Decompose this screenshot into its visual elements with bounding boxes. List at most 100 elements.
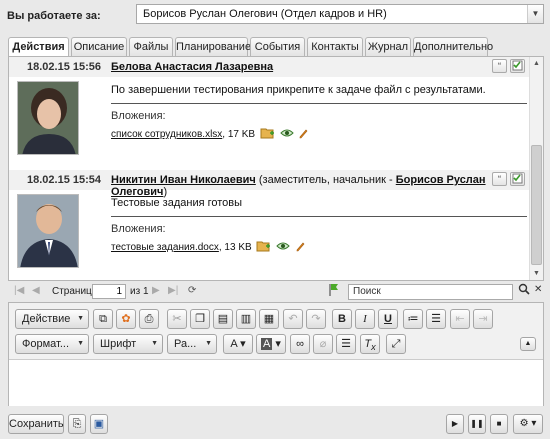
attachment-link[interactable]: тестовые задания.docx [111,242,219,253]
italic-button[interactable]: I [355,309,375,329]
copy-icon[interactable]: ❐ [190,309,210,329]
attachment-item: список сотрудников.xlsx, 17 KB [111,127,527,142]
undo-icon[interactable]: ↶ [283,309,303,329]
remove-format-icon[interactable]: Tx [360,334,380,354]
chevron-down-icon[interactable]: ▼ [527,5,543,23]
attachments-label: Вложения: [111,110,166,122]
view-eye-icon[interactable] [276,241,290,254]
page-count: из 1 [130,286,149,297]
open-file-icon[interactable] [260,127,275,142]
settings-gear-icon[interactable]: ⚙ ▾ [513,414,543,434]
task-button[interactable] [510,172,525,186]
fullscreen-icon[interactable]: ⤢ [386,334,406,354]
indent-icon[interactable]: ⇥ [473,309,493,329]
scroll-thumb[interactable] [531,145,542,265]
paste-text-icon[interactable]: ▥ [236,309,256,329]
first-page-icon[interactable]: |◀ [14,285,24,296]
divider [111,103,527,104]
copy-doc-icon[interactable]: ⧉ [93,309,113,329]
action-dropdown-label: Действие [22,313,71,325]
search-input[interactable]: Поиск [348,284,513,300]
attachments-label: Вложения: [111,223,166,235]
divider [111,216,527,217]
attach-paperclip-icon[interactable]: ⎘ [68,414,86,434]
message-header: 18.02.15 15:56 Белова Анастасия Лазаревн… [9,57,529,77]
format-dropdown[interactable]: Формат... ▼ [15,334,89,354]
working-as-value: Борисов Руслан Олегович (Отдел кадров и … [143,8,387,20]
page-input[interactable] [92,284,126,299]
tab-actions[interactable]: Действия [8,37,69,58]
edit-pencil-icon[interactable] [298,128,308,142]
attachment-link[interactable]: список сотрудников.xlsx [111,129,222,140]
open-file-icon[interactable] [256,240,271,255]
comment-textarea[interactable] [9,359,543,406]
tab-events[interactable]: События [250,37,305,57]
link-icon[interactable]: ∞ [290,334,310,354]
working-as-label: Вы работаете за: [7,10,101,22]
tab-journal[interactable]: Журнал [365,37,411,57]
outdent-icon[interactable]: ⇤ [450,309,470,329]
size-dropdown[interactable]: Ра... ▼ [167,334,217,354]
play-icon[interactable]: ▶ [446,414,464,434]
last-page-icon[interactable]: ▶| [168,285,178,296]
action-dropdown[interactable]: Действие ▼ [15,309,89,329]
prev-page-icon[interactable]: ◀ [32,285,40,296]
attachment-size: , 13 KB [218,242,252,254]
stop-icon[interactable]: ■ [490,414,508,434]
attachment-item: тестовые задания.docx, 13 KB [111,240,527,255]
flag-icon[interactable] [328,283,340,300]
author-avatar [17,194,79,268]
paste-word-icon[interactable]: ▦ [259,309,279,329]
message-item: 18.02.15 15:56 Белова Анастасия Лазаревн… [9,57,529,169]
working-as-select[interactable]: Борисов Руслан Олегович (Отдел кадров и … [136,4,544,24]
scroll-up-icon[interactable]: ▲ [530,57,543,70]
pager-bar: |◀ ◀ Страница из 1 ▶ ▶| ⟳ Поиск ✕ [8,283,544,301]
task-button[interactable] [510,59,525,73]
font-dropdown-label: Шрифт [100,338,137,350]
page-label: Страница [52,286,98,297]
tab-additional[interactable]: Дополнительно [413,37,493,57]
next-page-icon[interactable]: ▶ [152,285,160,296]
text-color-icon[interactable]: A ▾ [223,334,253,354]
numbered-list-icon[interactable]: ≔ [403,309,423,329]
underline-button[interactable]: U [378,309,398,329]
tab-contacts[interactable]: Контакты [307,37,363,57]
award-icon[interactable]: ✿ [116,309,136,329]
author-avatar [17,81,79,155]
printer-icon[interactable]: ⎙ [139,309,159,329]
format-dropdown-label: Формат... [22,338,70,350]
message-header: 18.02.15 15:54 Никитин Иван Николаевич (… [9,170,529,198]
scroll-down-icon[interactable]: ▼ [530,267,543,280]
screen-capture-icon[interactable]: ▣ [90,414,108,434]
search-icon[interactable] [518,283,530,298]
background-color-icon[interactable]: A ▾ [256,334,286,354]
message-body: По завершении тестирования прикрепите к … [111,81,527,142]
pause-icon[interactable]: ❚❚ [468,414,486,434]
author-link[interactable]: Белова Анастасия Лазаревна [111,61,273,73]
activity-panel: 18.02.15 15:56 Белова Анастасия Лазаревн… [8,56,544,281]
cut-icon[interactable]: ✂ [167,309,187,329]
feed-scrollbar[interactable]: ▲ ▼ [529,57,543,280]
paste-icon[interactable]: ▤ [213,309,233,329]
message-date: 18.02.15 15:56 [27,61,102,73]
message-text: Тестовые задания готовы [111,197,243,209]
edit-pencil-icon[interactable] [295,241,305,255]
quote-button[interactable]: “ [492,172,507,186]
bullet-list-icon[interactable]: ☰ [426,309,446,329]
font-dropdown[interactable]: Шрифт ▼ [93,334,163,354]
tab-files[interactable]: Файлы [129,37,173,57]
unlink-icon[interactable]: ⌀ [313,334,333,354]
tab-planning[interactable]: Планирование [175,37,251,57]
quote-button[interactable]: “ [492,59,507,73]
clear-search-icon[interactable]: ✕ [534,284,542,295]
redo-icon[interactable]: ↷ [306,309,326,329]
author-link[interactable]: Никитин Иван Николаевич [111,174,256,186]
save-button[interactable]: Сохранить [8,414,64,434]
tab-description[interactable]: Описание [71,37,127,57]
view-eye-icon[interactable] [279,128,294,141]
refresh-icon[interactable]: ⟳ [188,285,196,296]
horizontal-rule-icon[interactable]: ☰ [336,334,356,354]
collapse-toolbar-icon[interactable]: ▲ [520,337,536,351]
header-bar: Вы работаете за: Борисов Руслан Олегович… [0,0,550,34]
bold-button[interactable]: B [332,309,352,329]
